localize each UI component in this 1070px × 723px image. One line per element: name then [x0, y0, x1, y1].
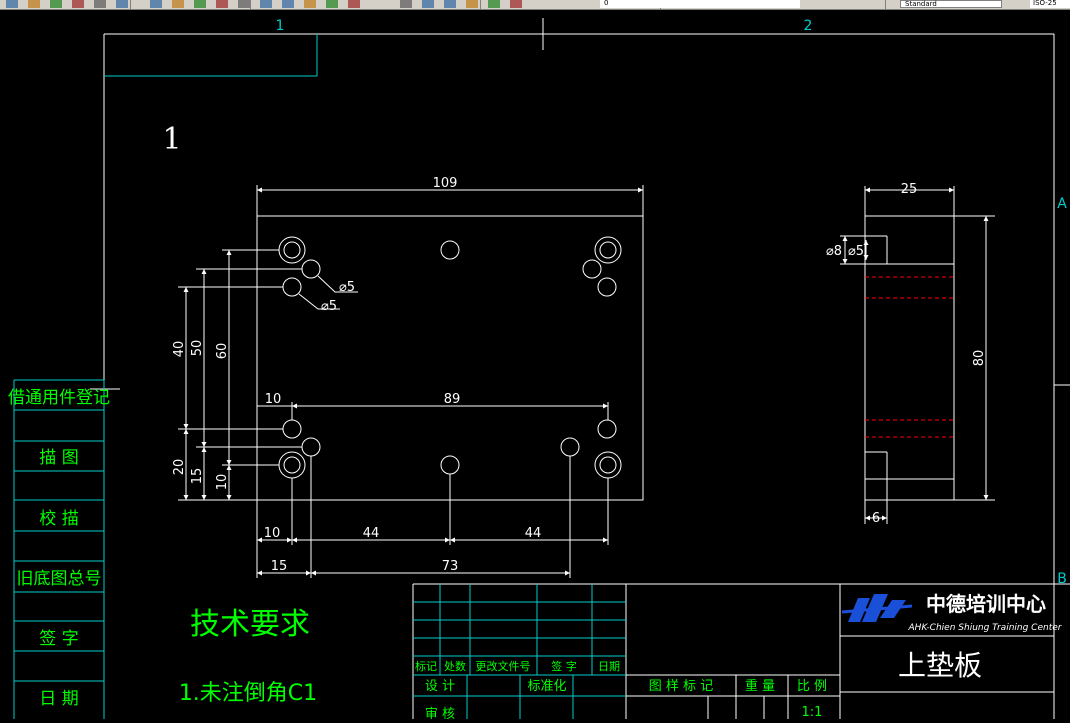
zoom-icon[interactable]	[172, 0, 184, 8]
dim-89: 89	[444, 392, 461, 407]
title-block-grid	[413, 584, 626, 719]
left-strip-text: 借通用件登记 描 图 校 描 旧底图总号 签 字 日 期	[8, 388, 110, 709]
print-icon[interactable]	[72, 0, 84, 8]
dim-d5-b: ⌀5	[321, 299, 337, 314]
dim-d5-side: ⌀5	[848, 244, 864, 259]
toolbar-separator	[480, 0, 481, 9]
company-name: 中德培训中心	[926, 592, 1046, 616]
text-style-icon[interactable]	[488, 0, 500, 8]
border-row-A: A	[1057, 196, 1067, 212]
layers-icon[interactable]	[400, 0, 412, 8]
view-number: 1	[162, 122, 181, 157]
layer-state-icon[interactable]	[422, 0, 434, 8]
side-view[interactable]	[864, 215, 955, 501]
dim-top-10: 10	[265, 392, 282, 407]
drawing-canvas[interactable]: 1 2 A B 1 109 89 10 ⌀5 ⌀5 40 50 60 20 15…	[0, 9, 1070, 722]
tb-change-doc: 更改文件号	[476, 659, 531, 673]
toolbar-separator	[250, 0, 251, 9]
tb-mark: 标记	[415, 659, 437, 673]
tb-scale: 比 例	[797, 679, 827, 694]
front-view-dimensions	[178, 185, 644, 578]
strip-register: 借通用件登记	[8, 388, 110, 408]
dim-style-icon[interactable]	[510, 0, 522, 8]
cut-icon[interactable]	[94, 0, 106, 8]
tb-date: 日期	[598, 660, 620, 673]
front-view-dim-text: 109 89 10 ⌀5 ⌀5 40 50 60 20 15 10 10 44 …	[172, 176, 541, 574]
tb-review: 审 核	[425, 707, 455, 719]
tb-stage-mark: 图 样 标 记	[649, 679, 713, 694]
dim-d8: ⌀8	[826, 244, 842, 259]
pan-icon[interactable]	[150, 0, 162, 8]
dim-style-field[interactable]: ISO-25	[1030, 0, 1070, 8]
tb-standard: 标准化	[527, 679, 566, 694]
strip-check: 校 描	[39, 509, 78, 529]
tool-palettes-icon[interactable]	[282, 0, 294, 8]
border-col-2: 2	[804, 18, 813, 34]
dim-6: 6	[872, 511, 880, 526]
open-icon[interactable]	[28, 0, 40, 8]
strip-old-number: 旧底图总号	[17, 569, 102, 589]
dim-15-h: 15	[271, 559, 288, 574]
title-block-text: 标记 处数 更改文件号 签 字 日期 设 计 标准化 审 核 图 样 标 记 重…	[415, 659, 827, 722]
calculator-icon[interactable]	[326, 0, 338, 8]
dim-d5-a: ⌀5	[339, 280, 355, 295]
new-icon[interactable]	[6, 0, 18, 8]
dim-50: 50	[190, 340, 205, 357]
side-view-dim-text: 25 80 6 ⌀8 ⌀5	[826, 182, 987, 526]
toolbar-separator	[885, 0, 886, 9]
dim-80: 80	[972, 350, 987, 367]
dim-25: 25	[901, 182, 918, 197]
zoom-window-icon[interactable]	[194, 0, 206, 8]
dim-15-v: 15	[190, 468, 205, 485]
front-view[interactable]	[256, 215, 644, 501]
toolbar-separator	[130, 0, 131, 9]
tb-count: 处数	[444, 660, 466, 673]
dim-73: 73	[442, 559, 459, 574]
undo-icon[interactable]	[116, 0, 128, 8]
dim-40: 40	[172, 341, 187, 358]
drawing-number-box	[104, 34, 318, 77]
tech-title: 技术要求	[190, 607, 310, 642]
company-logo	[841, 594, 913, 622]
dim-bottom-10: 10	[264, 526, 281, 541]
tb-sign: 签 字	[551, 659, 577, 673]
left-strip-table	[13, 379, 105, 719]
save-icon[interactable]	[50, 0, 62, 8]
tb-scale-value: 1:1	[802, 705, 823, 719]
tb-weight: 重 量	[745, 678, 775, 694]
border-col-1: 1	[276, 18, 285, 34]
part-name: 上垫板	[898, 649, 982, 682]
dim-44-b: 44	[525, 526, 542, 541]
dim-44-a: 44	[363, 526, 380, 541]
dim-60: 60	[215, 343, 230, 360]
zoom-previous-icon[interactable]	[216, 0, 228, 8]
markup-icon[interactable]	[304, 0, 316, 8]
strip-date: 日 期	[39, 689, 78, 709]
strip-sign: 签 字	[39, 629, 78, 649]
tech-item-1: 1.未注倒角C1	[179, 681, 317, 706]
layer-value[interactable]: 0	[600, 0, 800, 8]
border-row-B: B	[1057, 571, 1067, 587]
dim-109: 109	[433, 176, 458, 191]
company-name-en: AHK-Chien Shiung Training Center	[908, 623, 1063, 633]
tb-design: 设 计	[425, 679, 455, 694]
text-style-combo[interactable]: Standard	[900, 0, 1002, 8]
dim-20: 20	[172, 459, 187, 476]
dim-10-v: 10	[215, 474, 230, 491]
lock-icon[interactable]	[466, 0, 478, 8]
strip-trace: 描 图	[39, 448, 78, 468]
help-icon[interactable]	[348, 0, 360, 8]
sun-icon[interactable]	[444, 0, 456, 8]
design-center-icon[interactable]	[260, 0, 272, 8]
properties-icon[interactable]	[238, 0, 250, 8]
